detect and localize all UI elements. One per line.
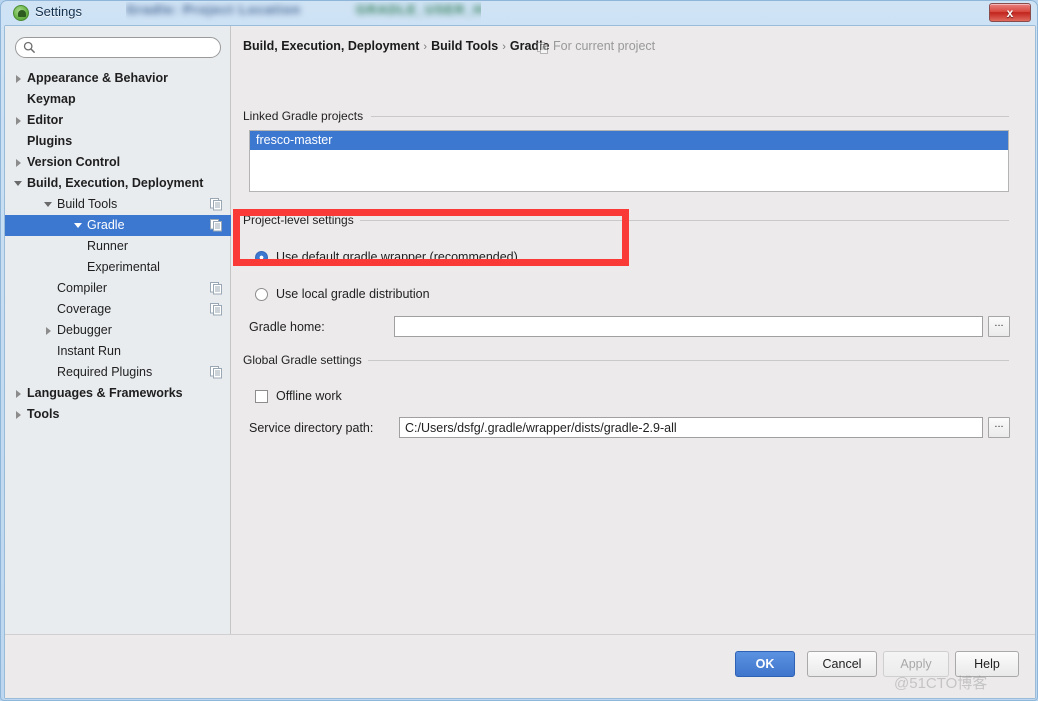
sidebar-item-required-plugins[interactable]: Required Plugins [5, 362, 231, 383]
service-directory-input[interactable] [399, 417, 983, 438]
sidebar-item-label: Tools [27, 407, 60, 421]
radio-default-wrapper-indicator[interactable] [255, 250, 268, 264]
settings-sidebar: Appearance & Behavior Keymap Editor Plugins… [5, 26, 231, 634]
chevron-down-icon[interactable] [13, 173, 23, 194]
radio-default-wrapper-label: Use default gradle wrapper (recommended) [276, 250, 518, 264]
copy-settings-icon[interactable] [210, 219, 223, 232]
search-input[interactable] [15, 37, 221, 58]
settings-tree: Appearance & Behavior Keymap Editor Plugins… [5, 68, 231, 425]
sidebar-item-label: Appearance & Behavior [27, 71, 169, 85]
gradle-home-browse-button[interactable]: ... [988, 316, 1010, 337]
sidebar-item-build-tools[interactable]: Build Tools [5, 194, 231, 215]
sidebar-item-label: Version Control [27, 155, 121, 169]
sidebar-item-label: Instant Run [57, 344, 121, 358]
title-bar: Settings Gradle: Project Location GRADLE… [1, 1, 1038, 25]
apply-button: Apply [883, 651, 949, 677]
ok-button[interactable]: OK [735, 651, 795, 677]
project-level-group-line [359, 220, 1009, 221]
sidebar-item-label: Build, Execution, Deployment [27, 176, 204, 190]
sidebar-item-label: Gradle [87, 218, 125, 232]
checkbox-offline-work[interactable]: Offline work [255, 389, 342, 403]
settings-content-area: Appearance & Behavior Keymap Editor Plugins… [5, 26, 1035, 634]
close-icon: x [1006, 6, 1014, 20]
global-settings-group-label: Global Gradle settings [243, 353, 368, 367]
breadcrumb-separator-2: › [502, 41, 506, 53]
linked-projects-list[interactable]: fresco-master [249, 130, 1009, 192]
copy-settings-icon [537, 41, 549, 54]
sidebar-item-appearance-behavior[interactable]: Appearance & Behavior [5, 68, 231, 89]
sidebar-search [15, 37, 221, 58]
sidebar-item-plugins[interactable]: Plugins [5, 131, 231, 152]
sidebar-item-coverage[interactable]: Coverage [5, 299, 231, 320]
offline-work-label: Offline work [276, 389, 342, 403]
settings-dialog-body: Appearance & Behavior Keymap Editor Plugins… [5, 26, 1035, 698]
linked-projects-group-label: Linked Gradle projects [243, 109, 370, 123]
sidebar-item-label: Compiler [57, 281, 108, 295]
sidebar-item-runner[interactable]: Runner [5, 236, 231, 257]
sidebar-item-keymap[interactable]: Keymap [5, 89, 231, 110]
sidebar-item-label: Build Tools [57, 197, 118, 211]
sidebar-item-build-execution-deployment[interactable]: Build, Execution, Deployment [5, 173, 231, 194]
sidebar-item-debugger[interactable]: Debugger [5, 320, 231, 341]
sidebar-item-version-control[interactable]: Version Control [5, 152, 231, 173]
sidebar-item-label: Runner [87, 239, 128, 253]
sidebar-item-instant-run[interactable]: Instant Run [5, 341, 231, 362]
sidebar-item-label: Coverage [57, 302, 112, 316]
cancel-button[interactable]: Cancel [807, 651, 877, 677]
chevron-right-icon[interactable] [43, 320, 53, 341]
android-settings-icon [13, 5, 29, 21]
blurred-title-part2: GRADLE_USER_HOME [356, 2, 481, 17]
sidebar-item-label: Experimental [87, 260, 160, 274]
sidebar-item-languages-frameworks[interactable]: Languages & Frameworks [5, 383, 231, 404]
chevron-right-icon[interactable] [13, 404, 23, 425]
copy-settings-icon[interactable] [210, 198, 223, 211]
main-scrollbar[interactable] [1021, 26, 1035, 634]
project-level-group-label: Project-level settings [243, 213, 360, 227]
gradle-home-label: Gradle home: [249, 320, 325, 334]
copy-settings-icon[interactable] [210, 366, 223, 379]
breadcrumb: Build, Execution, Deployment › Build Tools… [243, 39, 550, 53]
help-button[interactable]: Help [955, 651, 1019, 677]
settings-window: Settings Gradle: Project Location GRADLE… [0, 0, 1038, 701]
chevron-down-icon[interactable] [73, 215, 83, 236]
close-button[interactable]: x [989, 3, 1031, 22]
service-directory-browse-button[interactable]: ... [988, 417, 1010, 438]
sidebar-item-label: Debugger [57, 323, 112, 337]
scope-note: For current project [553, 39, 656, 53]
gradle-home-input[interactable] [394, 316, 983, 337]
sidebar-item-label: Required Plugins [57, 365, 153, 379]
sidebar-item-label: Plugins [27, 134, 73, 148]
sidebar-item-compiler[interactable]: Compiler [5, 278, 231, 299]
breadcrumb-separator-1: › [423, 41, 428, 53]
chevron-right-icon[interactable] [13, 68, 23, 89]
chevron-down-icon[interactable] [43, 194, 53, 215]
sidebar-item-label: Languages & Frameworks [27, 386, 183, 400]
sidebar-item-tools[interactable]: Tools [5, 404, 231, 425]
radio-local-distribution-indicator[interactable] [255, 287, 268, 301]
sidebar-item-label: Keymap [27, 92, 76, 106]
chevron-right-icon[interactable] [13, 152, 23, 173]
blurred-title-text: Gradle: Project Location GRADLE_USER_HOM… [126, 2, 481, 22]
window-title: Settings [35, 4, 82, 19]
copy-settings-icon[interactable] [210, 282, 223, 295]
radio-local-distribution-label: Use local gradle distribution [276, 287, 430, 301]
breadcrumb-part-2[interactable]: Build Tools [431, 39, 498, 53]
dialog-footer: OK Cancel Apply Help [5, 634, 1035, 698]
linked-projects-group-line [371, 116, 1009, 117]
offline-work-checkbox-indicator[interactable] [255, 389, 268, 403]
sidebar-item-editor[interactable]: Editor [5, 110, 231, 131]
sidebar-item-label: Editor [27, 113, 64, 127]
list-item[interactable]: fresco-master [250, 131, 1008, 150]
sidebar-item-gradle[interactable]: Gradle [5, 215, 231, 236]
sidebar-item-experimental[interactable]: Experimental [5, 257, 231, 278]
breadcrumb-part-1[interactable]: Build, Execution, Deployment [243, 39, 419, 53]
copy-settings-icon[interactable] [210, 303, 223, 316]
chevron-right-icon[interactable] [13, 383, 23, 404]
global-settings-group-line [366, 360, 1009, 361]
settings-main-panel: Build, Execution, Deployment › Build Tools… [231, 26, 1035, 634]
chevron-right-icon[interactable] [13, 110, 23, 131]
radio-use-local-distribution[interactable]: Use local gradle distribution [255, 287, 430, 301]
radio-use-default-wrapper[interactable]: Use default gradle wrapper (recommended) [255, 250, 518, 264]
service-directory-label: Service directory path: [249, 421, 374, 435]
